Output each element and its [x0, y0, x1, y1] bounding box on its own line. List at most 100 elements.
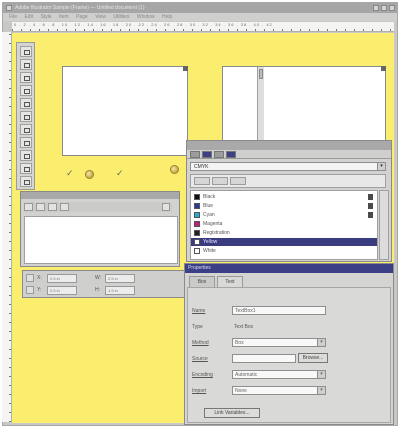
title-bar[interactable]: Adobe Illustrator Sample (Frame) — Untit… — [3, 3, 397, 13]
encoding-select[interactable]: Automatic ▾ — [232, 370, 326, 379]
tab-text[interactable]: Text — [217, 276, 243, 287]
method-value: Box — [235, 340, 244, 346]
source-field[interactable] — [232, 354, 296, 363]
menu-view[interactable]: View — [95, 13, 106, 21]
color-well[interactable] — [212, 177, 228, 185]
resize-handle-icon[interactable] — [381, 66, 386, 71]
color-model-select[interactable]: CMYK ▾ — [190, 162, 386, 171]
orthogonal-line-tool-icon[interactable] — [20, 137, 32, 148]
style-sheets-list[interactable] — [24, 216, 178, 264]
unlinking-tool-icon[interactable] — [20, 163, 32, 174]
zoom-tool-icon[interactable] — [20, 85, 32, 96]
ornament-icon — [85, 170, 94, 179]
x-field[interactable]: 0.5 in — [47, 274, 77, 283]
menu-item[interactable]: Item — [59, 13, 69, 21]
text-box-tool-icon[interactable] — [20, 98, 32, 109]
link-icon[interactable] — [26, 286, 34, 294]
text-box-scrollbar[interactable] — [257, 67, 264, 145]
color-name: Cyan — [203, 212, 215, 218]
text-box-right[interactable] — [222, 66, 386, 146]
spot-color-icon — [368, 212, 373, 218]
name-field[interactable]: TextBox1 — [232, 306, 326, 315]
pan-tool-icon[interactable] — [20, 176, 32, 187]
color-row-yellow[interactable]: Yellow — [191, 238, 377, 246]
vertical-ruler[interactable] — [2, 32, 12, 422]
color-chip — [194, 203, 200, 209]
color-list-scrollbar[interactable] — [379, 190, 389, 260]
color-row-cyan[interactable]: Cyan — [191, 211, 377, 219]
app-icon — [6, 5, 12, 11]
delete-style-icon[interactable] — [60, 203, 69, 211]
colors-palette: CMYK ▾ Black Blue Cyan Magenta Registrat… — [186, 140, 392, 262]
colors-palette-title-bar[interactable] — [187, 141, 391, 150]
encoding-label: Encoding — [192, 372, 213, 378]
menu-page[interactable]: Page — [76, 13, 88, 21]
close-button[interactable] — [389, 5, 395, 11]
menu-style[interactable]: Style — [40, 13, 51, 21]
menu-file[interactable]: File — [9, 13, 17, 21]
window-title: Adobe Illustrator Sample (Frame) — Untit… — [15, 5, 145, 11]
method-select[interactable]: Box ▾ — [232, 338, 326, 347]
color-row-black[interactable]: Black — [191, 193, 377, 201]
link-variables-button[interactable]: Link Variables... — [204, 408, 260, 418]
lock-icon[interactable] — [26, 274, 34, 282]
color-chip — [194, 212, 200, 218]
x-label: X: — [37, 275, 42, 281]
properties-title[interactable]: Properties — [185, 264, 393, 273]
frame-color-icon[interactable] — [190, 151, 200, 158]
tab-box[interactable]: Box — [189, 276, 215, 287]
menu-utilities[interactable]: Utilities — [113, 13, 129, 21]
style-sheets-palette — [20, 191, 180, 267]
shade-icon[interactable] — [226, 151, 236, 158]
color-chip — [194, 230, 200, 236]
rotate-tool-icon[interactable] — [20, 72, 32, 83]
menu-help[interactable]: Help — [162, 13, 172, 21]
palette-menu-icon[interactable] — [162, 203, 170, 211]
browse-button[interactable]: Browse... — [298, 353, 328, 363]
ruler-numbers: 0 . 2 . 4 . 6 . 8 . 10 . 12 . 14 . 16 . … — [14, 22, 273, 27]
h-field[interactable]: 1.5 in — [105, 286, 135, 295]
style-sheets-title-bar[interactable] — [21, 192, 179, 199]
color-well[interactable] — [194, 177, 210, 185]
background-color-icon[interactable] — [214, 151, 224, 158]
horizontal-ruler[interactable]: 0 . 2 . 4 . 6 . 8 . 10 . 12 . 14 . 16 . … — [12, 22, 394, 32]
menu-edit[interactable]: Edit — [24, 13, 33, 21]
color-row-white[interactable]: White — [191, 247, 377, 255]
menu-window[interactable]: Window — [137, 13, 155, 21]
edit-style-icon[interactable] — [36, 203, 45, 211]
picture-box-tool-icon[interactable] — [20, 111, 32, 122]
chevron-down-icon[interactable]: ▾ — [377, 163, 385, 170]
color-name: White — [203, 248, 216, 254]
name-label: Name — [192, 308, 206, 314]
chevron-down-icon: ▾ — [317, 339, 325, 346]
color-well[interactable] — [230, 177, 246, 185]
color-row-magenta[interactable]: Magenta — [191, 220, 377, 228]
maximize-button[interactable] — [381, 5, 387, 11]
import-select[interactable]: None ▾ — [232, 386, 326, 395]
color-chip — [194, 194, 200, 200]
new-style-icon[interactable] — [24, 203, 33, 211]
line-tool-icon[interactable] — [20, 124, 32, 135]
w-label: W: — [95, 275, 102, 281]
properties-dialog: Properties Box Text Name TextBox1 Type T… — [184, 263, 394, 425]
import-label: Import — [192, 388, 207, 394]
w-field[interactable]: 2.5 in — [105, 274, 135, 283]
color-row-registration[interactable]: Registration — [191, 229, 377, 237]
spot-color-icon — [368, 194, 373, 200]
text-color-icon[interactable] — [202, 151, 212, 158]
duplicate-style-icon[interactable] — [48, 203, 57, 211]
minimize-button[interactable] — [373, 5, 379, 11]
color-row-blue[interactable]: Blue — [191, 202, 377, 210]
menu-bar: File Edit Style Item Page View Utilities… — [3, 13, 397, 21]
linking-tool-icon[interactable] — [20, 150, 32, 161]
item-tool-icon[interactable] — [20, 46, 32, 57]
h-label: H: — [95, 287, 100, 293]
scroll-up-icon[interactable] — [259, 69, 263, 79]
method-label: Method — [192, 340, 209, 346]
chevron-down-icon: ▾ — [317, 387, 325, 394]
resize-handle-icon[interactable] — [183, 66, 188, 71]
y-field[interactable]: 0.5 in — [47, 286, 77, 295]
type-value: Text Box — [234, 324, 254, 330]
text-box-left[interactable] — [62, 66, 188, 156]
content-tool-icon[interactable] — [20, 59, 32, 70]
